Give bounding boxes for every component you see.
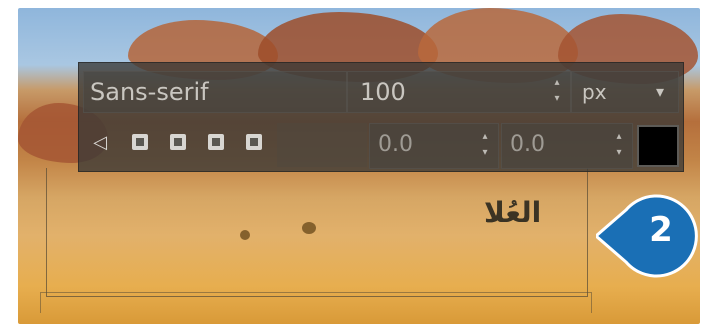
spin-down-icon[interactable]: ▾ [480, 148, 490, 158]
offset-x-field[interactable]: 0.0 ▴ ▾ [369, 123, 499, 169]
spin-up-icon[interactable]: ▴ [480, 132, 490, 142]
callout-number: 2 [649, 210, 673, 250]
spin-down-icon[interactable]: ▾ [614, 148, 624, 158]
align-icon[interactable] [167, 131, 189, 153]
text-frame[interactable] [46, 168, 588, 297]
offset-x-value: 0.0 [378, 132, 413, 157]
text-tool-options: Sans-serif 100 ▴ ▾ px ▾ ◁ 0.0 ▴ ▾ 0.0 ▴ … [78, 62, 684, 172]
offset-y-field[interactable]: 0.0 ▴ ▾ [501, 123, 633, 169]
spin-down-icon[interactable]: ▾ [552, 94, 562, 104]
offset-y-value: 0.0 [510, 132, 545, 157]
font-family-field[interactable]: Sans-serif [83, 71, 347, 113]
font-size-field[interactable]: 100 ▴ ▾ [347, 71, 571, 113]
unit-value: px [582, 80, 607, 104]
empty-field [277, 123, 367, 167]
text-color-swatch[interactable] [637, 125, 679, 167]
step-callout: 2 [596, 188, 700, 284]
font-family-value: Sans-serif [90, 78, 209, 106]
align-icon[interactable] [243, 131, 265, 153]
chevron-down-icon: ▾ [655, 82, 664, 101]
align-icon[interactable] [205, 131, 227, 153]
font-size-value: 100 [360, 78, 406, 106]
font-row: Sans-serif 100 ▴ ▾ px ▾ [79, 63, 683, 117]
style-row: ◁ 0.0 ▴ ▾ 0.0 ▴ ▾ [79, 117, 683, 171]
canvas-text[interactable]: العُلا [484, 196, 541, 229]
spin-up-icon[interactable]: ▴ [614, 132, 624, 142]
unit-select[interactable]: px ▾ [571, 71, 679, 113]
spin-up-icon[interactable]: ▴ [552, 78, 562, 88]
align-icon[interactable] [129, 131, 151, 153]
back-arrow-icon[interactable]: ◁ [89, 131, 111, 153]
text-frame-secondary[interactable] [40, 292, 592, 313]
